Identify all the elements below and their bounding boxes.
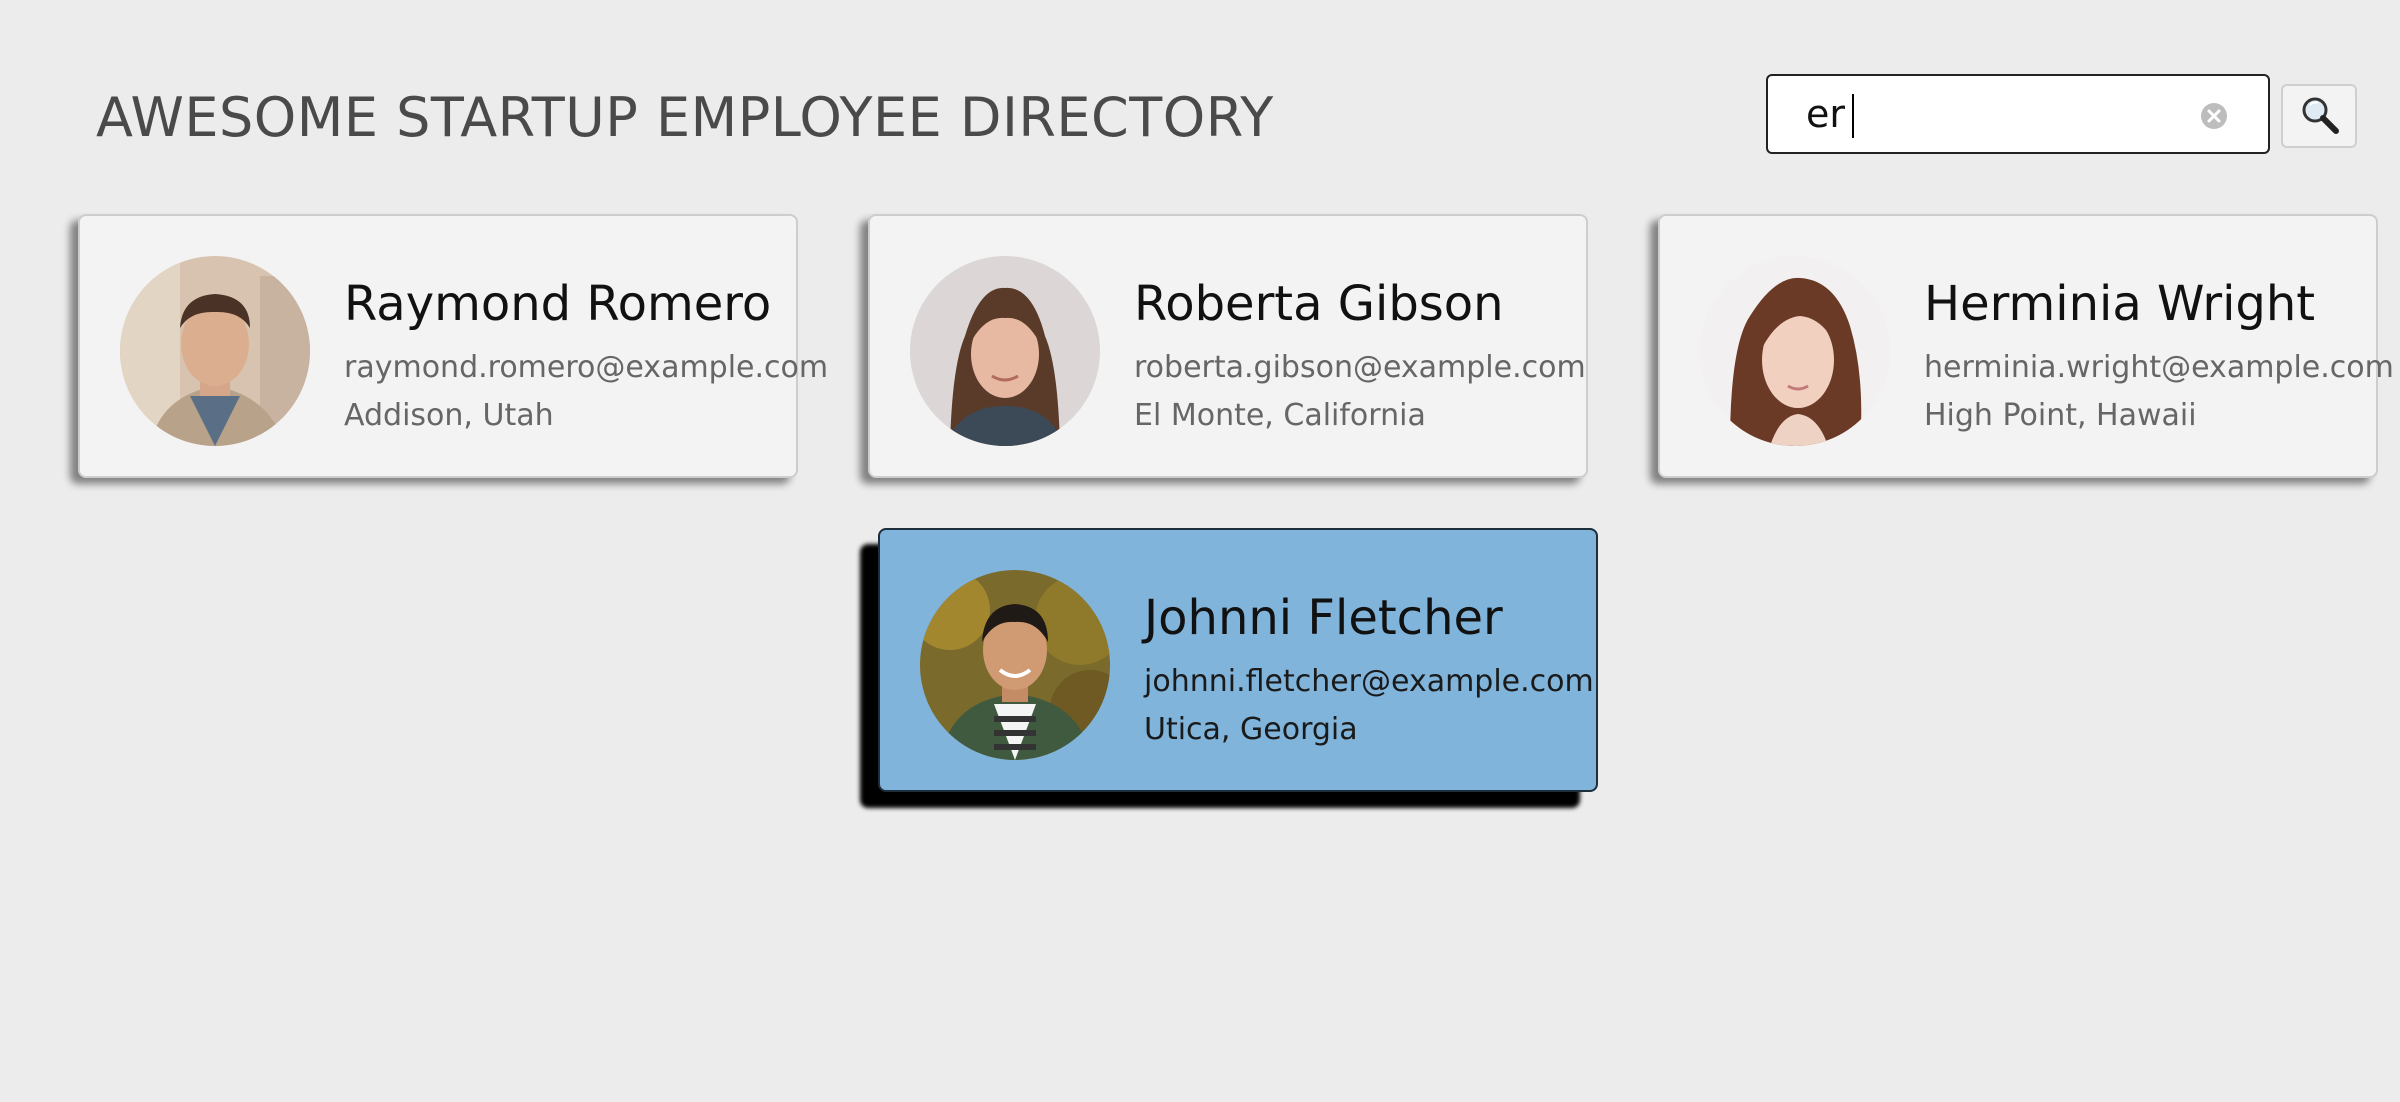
employee-location: Addison, Utah bbox=[344, 398, 554, 433]
employee-name: Roberta Gibson bbox=[1134, 276, 1504, 332]
employee-card[interactable]: Roberta Gibson roberta.gibson@example.co… bbox=[868, 214, 1588, 478]
search-input[interactable] bbox=[1806, 86, 2206, 142]
employee-card-selected[interactable]: Johnni Fletcher johnni.fletcher@example.… bbox=[878, 528, 1598, 792]
clear-icon[interactable] bbox=[2200, 102, 2228, 130]
avatar bbox=[910, 256, 1100, 446]
magnifier-icon bbox=[2302, 97, 2339, 134]
employee-email: johnni.fletcher@example.com bbox=[1144, 664, 1594, 699]
search-button[interactable] bbox=[2281, 84, 2357, 148]
employee-email: herminia.wright@example.com bbox=[1924, 350, 2394, 385]
search-box[interactable] bbox=[1766, 74, 2270, 154]
employee-location: Utica, Georgia bbox=[1144, 712, 1358, 747]
employee-name: Herminia Wright bbox=[1924, 276, 2316, 332]
text-caret bbox=[1852, 94, 1854, 138]
employee-location: El Monte, California bbox=[1134, 398, 1426, 433]
employee-location: High Point, Hawaii bbox=[1924, 398, 2197, 433]
employee-card[interactable]: Raymond Romero raymond.romero@example.co… bbox=[78, 214, 828, 478]
page-title: AWESOME STARTUP EMPLOYEE DIRECTORY bbox=[96, 86, 1274, 149]
avatar bbox=[120, 256, 310, 446]
employee-email: roberta.gibson@example.com bbox=[1134, 350, 1586, 385]
avatar bbox=[1700, 256, 1890, 446]
employee-card[interactable]: Herminia Wright herminia.wright@example.… bbox=[1658, 214, 2394, 478]
avatar bbox=[920, 570, 1110, 760]
employee-name: Johnni Fletcher bbox=[1144, 590, 1503, 646]
employee-name: Raymond Romero bbox=[344, 276, 772, 332]
employee-email: raymond.romero@example.com bbox=[344, 350, 829, 385]
